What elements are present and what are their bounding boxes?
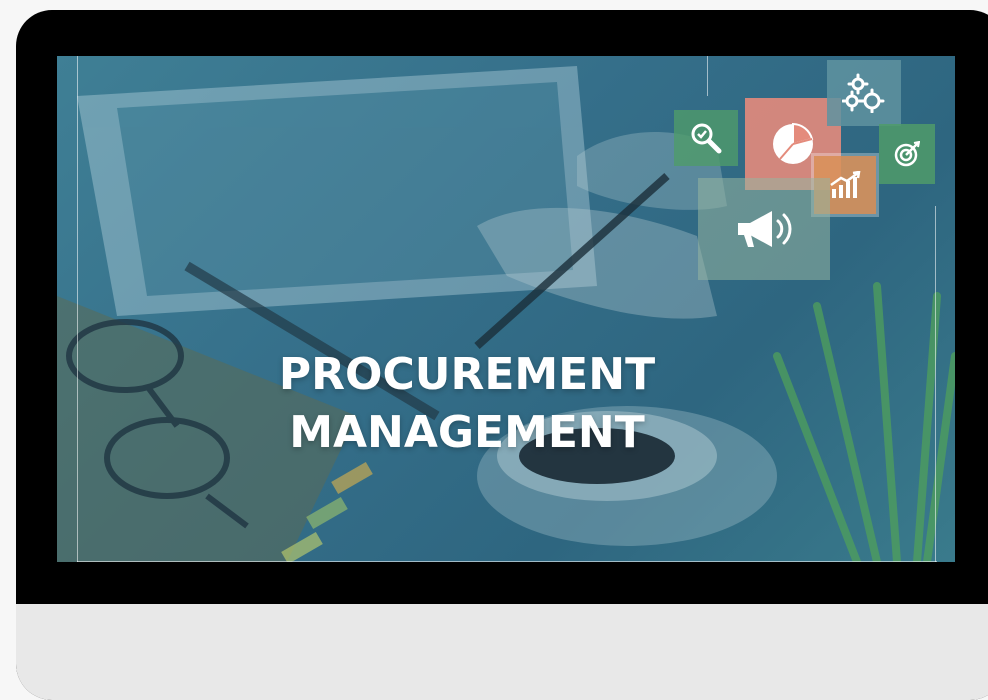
megaphone-icon — [738, 211, 792, 247]
megaphone-tile — [698, 178, 830, 280]
hero-title: PROCUREMENT MANAGEMENT — [237, 346, 697, 462]
frame-line-right — [935, 206, 936, 562]
monitor: PROCUREMENT MANAGEMENT — [16, 10, 988, 700]
frame-line-top — [707, 56, 708, 96]
hero-title-line2: MANAGEMENT — [289, 407, 645, 458]
magnifier-check-tile — [674, 110, 738, 166]
target-icon — [894, 141, 920, 167]
hero-title-line1: PROCUREMENT — [278, 349, 656, 400]
frame-line-bottom — [77, 561, 937, 562]
hero-screen: PROCUREMENT MANAGEMENT — [57, 56, 955, 562]
monitor-chin — [16, 604, 988, 700]
gears-icon — [842, 73, 885, 113]
target-tile — [879, 124, 935, 184]
gears-tile — [827, 60, 901, 126]
magnifier-check-icon — [691, 123, 722, 154]
pie-chart-icon — [773, 122, 814, 164]
growth-chart-icon — [830, 171, 861, 198]
frame-line-left — [77, 56, 78, 562]
